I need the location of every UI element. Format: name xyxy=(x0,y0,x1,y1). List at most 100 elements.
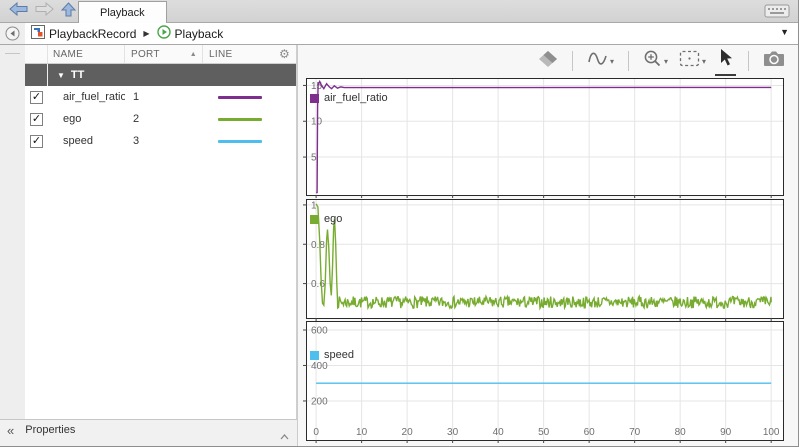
svg-text:1: 1 xyxy=(311,200,317,211)
svg-text:5: 5 xyxy=(311,153,317,164)
legend-label: speed xyxy=(324,349,354,361)
signal-name: speed xyxy=(48,135,125,147)
svg-text:40: 40 xyxy=(493,427,505,438)
table-row-speed[interactable]: ✓ speed 3 xyxy=(25,130,296,152)
checkbox-cell: ✓ xyxy=(25,108,48,130)
visibility-checkbox[interactable]: ✓ xyxy=(30,113,43,126)
svg-text:60: 60 xyxy=(584,427,596,438)
svg-text:10: 10 xyxy=(356,427,368,438)
svg-text:0: 0 xyxy=(313,427,319,438)
collapse-panel-icon[interactable]: « xyxy=(7,423,14,438)
header-checkbox-column xyxy=(25,45,48,63)
play-icon xyxy=(157,25,171,42)
keyboard-shortcuts-button[interactable] xyxy=(764,4,790,23)
model-icon xyxy=(31,25,45,42)
gutter-divider xyxy=(5,53,20,54)
svg-text:600: 600 xyxy=(311,325,328,336)
breadcrumb-root[interactable]: PlaybackRecord xyxy=(49,27,136,41)
header-port[interactable]: PORT ▲ xyxy=(125,45,203,63)
hide-panel-button[interactable] xyxy=(5,26,20,46)
breadcrumb-bar: PlaybackRecord ▶ Playback xyxy=(0,23,799,45)
eraser-button[interactable] xyxy=(536,48,560,75)
legend-ego: ego xyxy=(310,213,342,225)
plot-toolbar: ▾ ▾ ▾ xyxy=(298,45,799,77)
legend-swatch xyxy=(310,215,319,224)
plot-canvas[interactable]: 2004006000102030405060708090100 xyxy=(307,322,783,440)
breadcrumb-dropdown-button[interactable]: ▼ xyxy=(780,27,789,37)
up-arrow-icon xyxy=(60,1,77,23)
checkmark-icon: ✓ xyxy=(32,92,41,103)
signal-table: NAME PORT ▲ LINE ⚙ ▼ TT ✓ air_fuel_ratio… xyxy=(25,45,297,419)
fit-to-view-button[interactable]: ▾ xyxy=(677,48,708,74)
eraser-icon xyxy=(538,50,558,73)
visibility-checkbox[interactable]: ✓ xyxy=(30,135,43,148)
chevron-up-icon[interactable] xyxy=(280,427,289,445)
zoom-in-icon xyxy=(643,49,662,73)
checkbox-cell: ✓ xyxy=(25,86,48,108)
svg-text:50: 50 xyxy=(538,427,550,438)
signal-wave-icon xyxy=(587,49,608,74)
table-row-ego[interactable]: ✓ ego 2 xyxy=(25,108,296,130)
line-swatch[interactable] xyxy=(218,96,262,99)
breadcrumb: PlaybackRecord ▶ Playback xyxy=(25,25,799,42)
pointer-icon xyxy=(717,48,734,72)
gear-icon[interactable]: ⚙ xyxy=(279,47,290,61)
svg-text:90: 90 xyxy=(720,427,732,438)
title-toolbar: Playback xyxy=(0,0,799,23)
signal-name: air_fuel_ratio xyxy=(48,91,125,103)
properties-label: Properties xyxy=(25,424,75,436)
up-button[interactable] xyxy=(56,3,80,20)
toolbar-separator xyxy=(572,51,573,71)
table-row-air-fuel-ratio[interactable]: ✓ air_fuel_ratio 1 xyxy=(25,86,296,108)
properties-bar[interactable]: « Properties xyxy=(0,419,297,440)
plot-panel: ▾ ▾ ▾ 51015 xyxy=(297,45,799,447)
camera-button[interactable] xyxy=(761,48,787,74)
group-checkbox-cell xyxy=(25,64,48,86)
group-row-tt[interactable]: ▼ TT xyxy=(25,64,296,86)
legend-label: ego xyxy=(324,213,342,225)
visibility-checkbox[interactable]: ✓ xyxy=(30,91,43,104)
line-swatch[interactable] xyxy=(218,118,262,121)
svg-text:70: 70 xyxy=(629,427,641,438)
legend-air-fuel-ratio: air_fuel_ratio xyxy=(310,92,388,104)
signal-table-header: NAME PORT ▲ LINE ⚙ xyxy=(25,45,296,64)
group-expander-icon[interactable]: ▼ xyxy=(57,71,65,80)
line-swatch[interactable] xyxy=(218,140,262,143)
sort-ascending-icon[interactable]: ▲ xyxy=(190,51,197,58)
svg-text:10: 10 xyxy=(311,117,323,128)
plot-ego[interactable]: 0.60.81 ego xyxy=(306,199,784,319)
header-line[interactable]: LINE ⚙ xyxy=(203,45,296,63)
svg-text:30: 30 xyxy=(447,427,459,438)
svg-text:200: 200 xyxy=(311,396,328,407)
caret-down-icon[interactable]: ▾ xyxy=(664,57,668,66)
tab-playback-label: Playback xyxy=(100,7,145,19)
pointer-button[interactable] xyxy=(715,46,736,76)
checkbox-cell: ✓ xyxy=(25,130,48,152)
keyboard-icon xyxy=(764,5,790,22)
breadcrumb-current[interactable]: Playback xyxy=(175,27,224,41)
caret-down-icon[interactable]: ▾ xyxy=(610,57,614,66)
svg-text:0.6: 0.6 xyxy=(311,279,325,290)
tab-playback[interactable]: Playback xyxy=(78,1,167,23)
toolbar-separator xyxy=(628,51,629,71)
header-name[interactable]: NAME xyxy=(48,45,125,63)
zoom-in-button[interactable]: ▾ xyxy=(641,47,670,75)
legend-label: air_fuel_ratio xyxy=(324,92,388,104)
signal-line-cell xyxy=(203,96,296,99)
signal-line-cell xyxy=(203,118,296,121)
plot-speed[interactable]: 2004006000102030405060708090100 speed xyxy=(306,321,784,441)
signal-port: 1 xyxy=(125,91,203,103)
plot-air-fuel-ratio[interactable]: 51015 air_fuel_ratio xyxy=(306,78,784,196)
signal-name: ego xyxy=(48,113,125,125)
camera-icon xyxy=(763,50,785,72)
caret-down-icon[interactable]: ▾ xyxy=(702,57,706,66)
breadcrumb-separator-icon: ▶ xyxy=(140,29,152,38)
signal-wave-button[interactable]: ▾ xyxy=(585,47,616,76)
toolbar-separator xyxy=(748,51,749,71)
forward-arrow-icon xyxy=(34,1,55,22)
forward-button[interactable] xyxy=(32,3,56,20)
circle-back-icon xyxy=(5,28,20,45)
svg-text:20: 20 xyxy=(402,427,414,438)
plot-canvas[interactable]: 0.60.81 xyxy=(307,200,783,318)
back-button[interactable] xyxy=(6,3,30,20)
